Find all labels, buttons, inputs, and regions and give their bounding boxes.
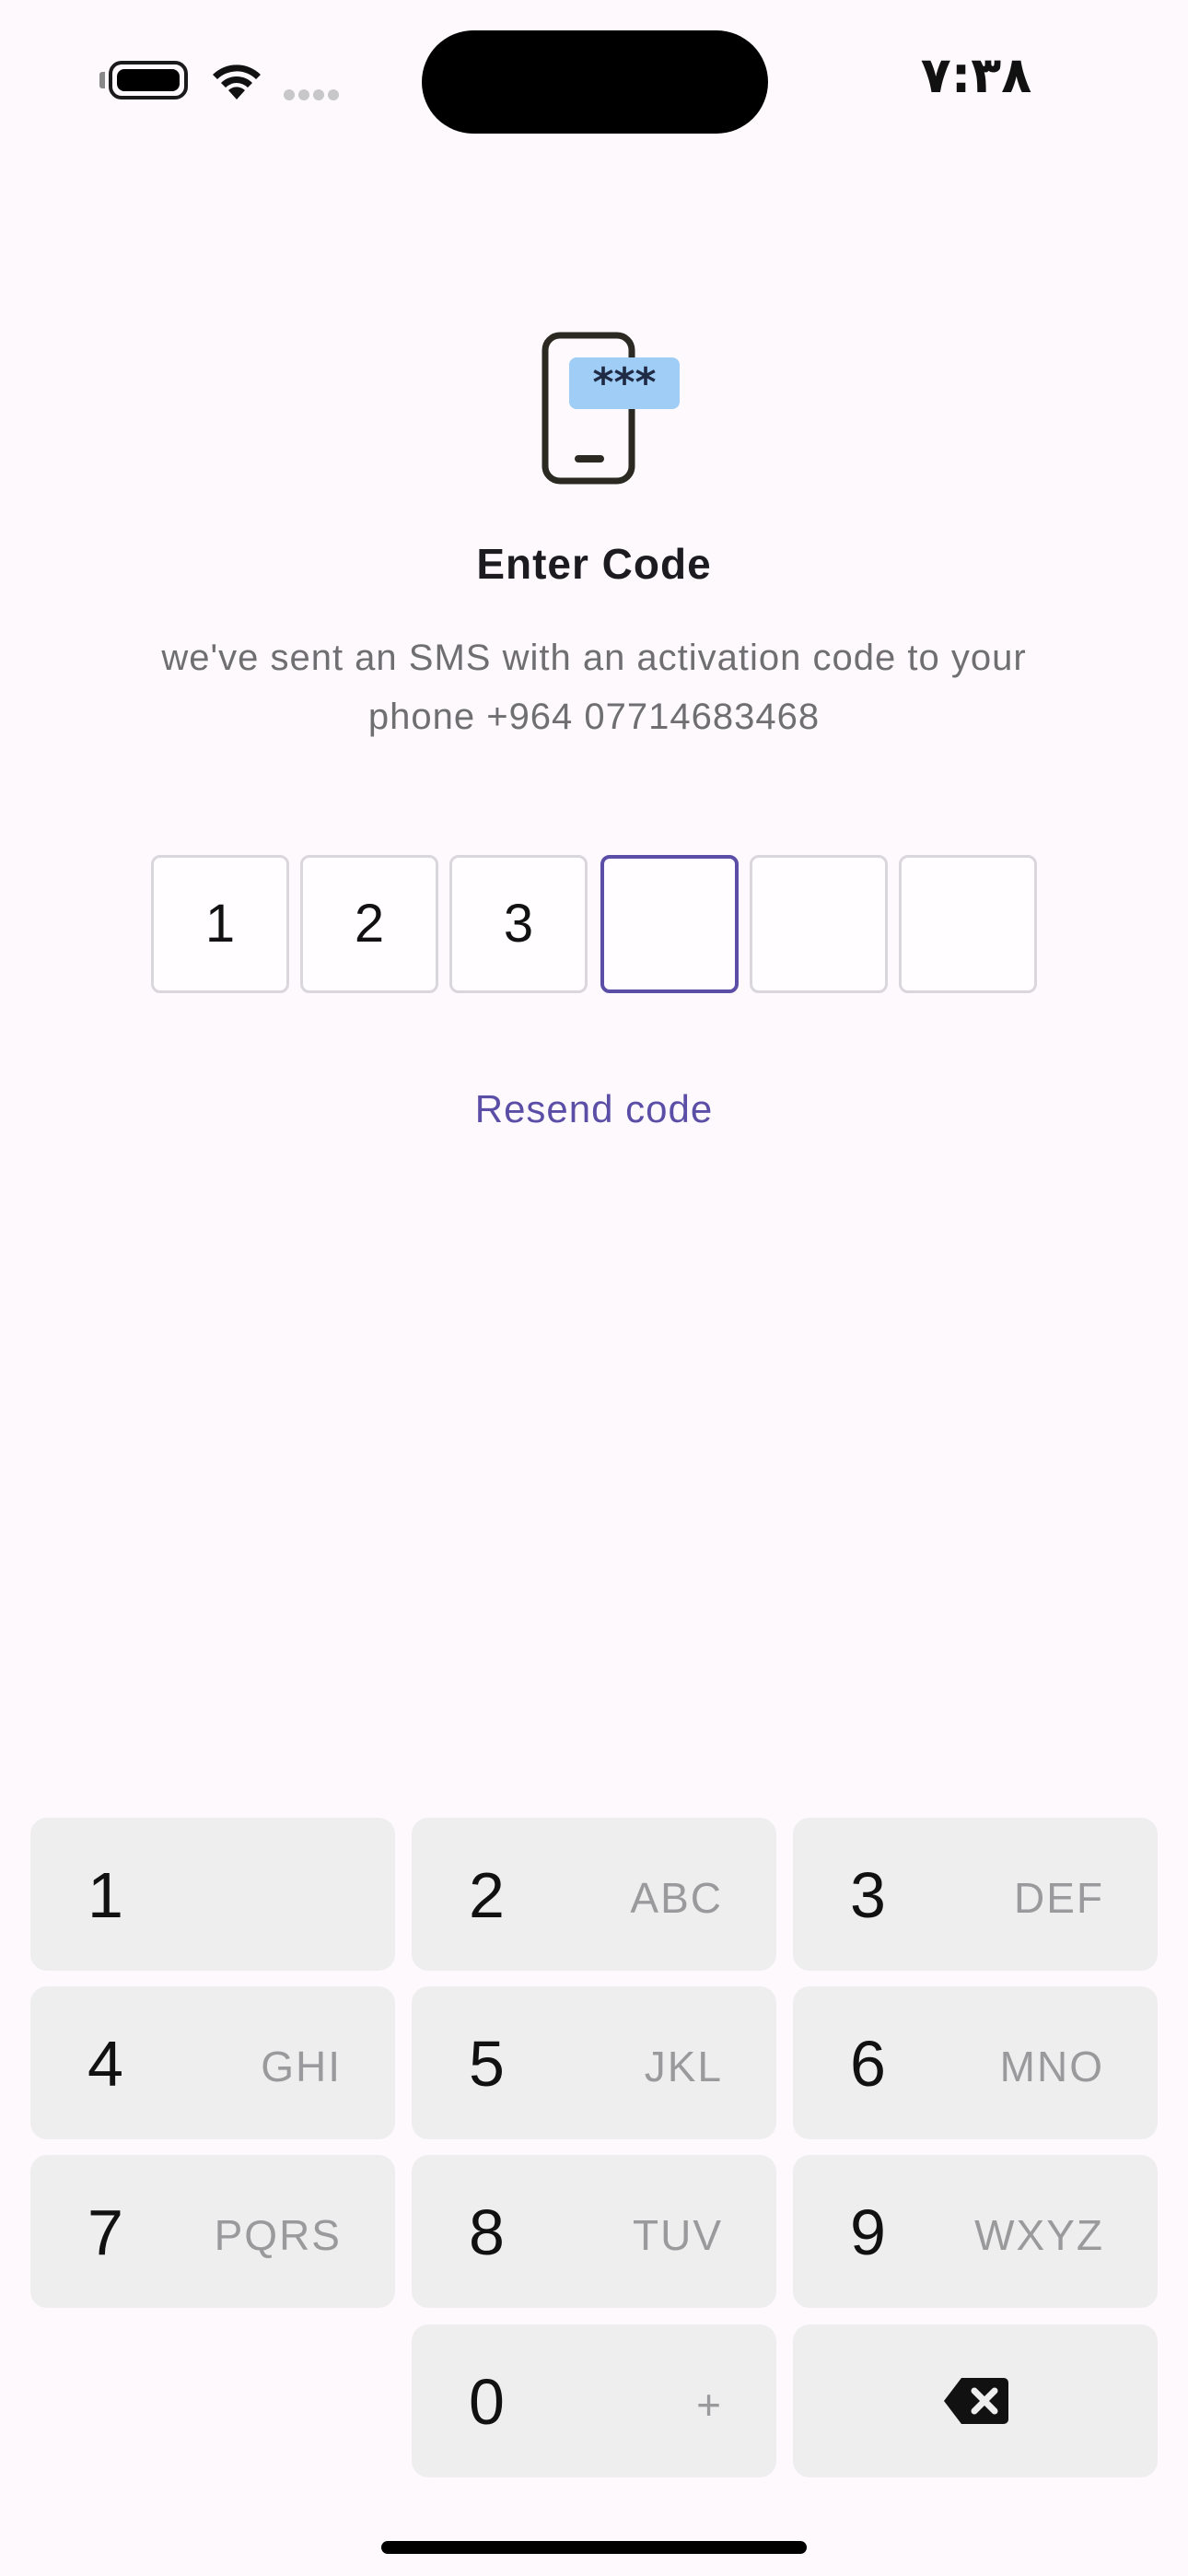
battery-icon bbox=[109, 61, 188, 100]
key-digit: 3 bbox=[850, 1859, 886, 1931]
key-digit: 9 bbox=[850, 2196, 886, 2268]
key-letters: MNO bbox=[999, 2043, 1104, 2090]
page-subtitle: we've sent an SMS with an activation cod… bbox=[101, 628, 1087, 746]
key-5[interactable]: 5 JKL bbox=[412, 1986, 776, 2139]
key-6[interactable]: 6 MNO bbox=[793, 1986, 1158, 2139]
phone-sms-code-icon: *** bbox=[542, 332, 680, 485]
subtitle-line-2: phone +964 07714683468 bbox=[367, 697, 821, 737]
key-0[interactable]: 0 + bbox=[412, 2324, 776, 2477]
home-indicator[interactable] bbox=[381, 2541, 807, 2554]
code-digit-box-6[interactable] bbox=[899, 855, 1037, 993]
key-letters: PQRS bbox=[214, 2211, 342, 2259]
status-bar: ٧:٣٨ bbox=[0, 0, 1188, 161]
key-digit: 4 bbox=[87, 2028, 123, 2100]
key-digit: 1 bbox=[87, 1859, 123, 1931]
key-letters: WXYZ bbox=[974, 2211, 1104, 2259]
numeric-keypad: 1 2 ABC 3 DEF 4 GHI 5 JKL 6 MNO 7 PQRS 8 bbox=[0, 1806, 1188, 2576]
status-time: ٧:٣٨ bbox=[920, 46, 1032, 104]
code-digit-box-5[interactable] bbox=[750, 855, 888, 993]
key-digit: 5 bbox=[469, 2028, 505, 2100]
subtitle-line-1: we've sent an SMS with an activation cod… bbox=[161, 638, 1027, 678]
key-letters: GHI bbox=[261, 2043, 342, 2090]
key-digit: 8 bbox=[469, 2196, 505, 2268]
code-digit-box-2[interactable]: 2 bbox=[300, 855, 438, 993]
dynamic-island bbox=[422, 30, 768, 134]
key-4[interactable]: 4 GHI bbox=[30, 1986, 395, 2139]
cellular-signal-icon bbox=[284, 88, 348, 101]
code-digit-box-3[interactable]: 3 bbox=[449, 855, 588, 993]
key-9[interactable]: 9 WXYZ bbox=[793, 2155, 1158, 2308]
hero-badge-text: *** bbox=[592, 359, 656, 406]
resend-code-button[interactable]: Resend code bbox=[0, 1087, 1188, 1131]
page-title: Enter Code bbox=[476, 540, 712, 588]
key-digit: 7 bbox=[87, 2196, 123, 2268]
key-2[interactable]: 2 ABC bbox=[412, 1818, 776, 1971]
key-letters: + bbox=[696, 2381, 723, 2429]
key-digit: 0 bbox=[469, 2366, 505, 2438]
battery-nub bbox=[99, 72, 105, 88]
otp-screen: ٧:٣٨ *** Enter Code we've sent an SMS wi… bbox=[0, 0, 1188, 2576]
code-digit-box-1[interactable]: 1 bbox=[151, 855, 289, 993]
wifi-icon bbox=[213, 64, 261, 100]
code-digit-box-4[interactable] bbox=[600, 855, 739, 993]
delete-key[interactable] bbox=[793, 2324, 1158, 2477]
key-digit: 2 bbox=[469, 1859, 505, 1931]
key-letters: ABC bbox=[630, 1874, 723, 1922]
key-letters: DEF bbox=[1014, 1874, 1104, 1922]
key-letters: JKL bbox=[644, 2043, 723, 2090]
otp-code-input[interactable]: 1 2 3 bbox=[151, 855, 1037, 993]
key-3[interactable]: 3 DEF bbox=[793, 1818, 1158, 1971]
key-letters: TUV bbox=[633, 2211, 723, 2259]
key-1[interactable]: 1 bbox=[30, 1818, 395, 1971]
key-7[interactable]: 7 PQRS bbox=[30, 2155, 395, 2308]
key-digit: 6 bbox=[850, 2028, 886, 2100]
key-8[interactable]: 8 TUV bbox=[412, 2155, 776, 2308]
backspace-icon bbox=[944, 2378, 1008, 2424]
